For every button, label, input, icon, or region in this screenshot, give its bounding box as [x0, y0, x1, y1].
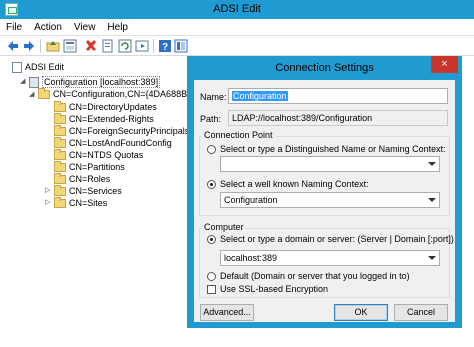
ssl-checkbox-label: Use SSL-based Encryption	[220, 284, 329, 294]
tree-item-foreignsecurityprincipals[interactable]: CN=ForeignSecurityPrincipals	[54, 125, 189, 137]
window-titlebar: ADSI Edit	[0, 0, 474, 19]
name-label: Name:	[200, 92, 227, 102]
tree-item-directoryupdates[interactable]: CN=DirectoryUpdates	[54, 101, 157, 113]
path-field: LDAP://localhost:389/Configuration	[228, 110, 448, 126]
toolbar-separator	[153, 39, 154, 53]
dn-radio-label: Select or type a Distinguished Name or N…	[220, 144, 446, 154]
tree-item-sites[interactable]: CN=Sites	[54, 197, 107, 209]
tree-root[interactable]: ADSI Edit	[12, 61, 65, 74]
menu-action[interactable]: Action	[28, 19, 68, 36]
refresh-icon[interactable]	[118, 39, 132, 53]
chevron-down-icon	[428, 198, 436, 202]
expand-arrow-icon[interactable]: ▷	[45, 186, 50, 194]
collapse-arrow-icon[interactable]: ◢	[29, 90, 34, 98]
cancel-button[interactable]: Cancel	[394, 304, 448, 321]
delete-icon[interactable]	[84, 39, 98, 53]
tree-connection-label: Configuration [localhost:389]	[42, 76, 161, 88]
computer-label: Computer	[202, 222, 246, 232]
tree-item-label: CN=DirectoryUpdates	[69, 102, 157, 112]
tree-item-ntds-quotas[interactable]: CN=NTDS Quotas	[54, 149, 143, 161]
ok-button[interactable]: OK	[334, 304, 388, 321]
tree-item-extended-rights[interactable]: CN=Extended-Rights	[54, 113, 154, 125]
tree-item-services[interactable]: CN=Services	[54, 185, 122, 197]
connection-point-label: Connection Point	[202, 130, 275, 140]
chevron-down-icon	[428, 162, 436, 166]
toolbar-separator	[40, 39, 41, 53]
menu-file[interactable]: File	[0, 19, 28, 36]
folder-icon	[54, 149, 66, 161]
naming-context-radio-label: Select a well known Naming Context:	[220, 179, 369, 189]
tree-item-roles[interactable]: CN=Roles	[54, 173, 110, 185]
folder-icon	[54, 113, 66, 125]
tree-item-label: CN=Partitions	[69, 162, 125, 172]
window-title: ADSI Edit	[213, 3, 261, 15]
menu-view[interactable]: View	[68, 19, 102, 36]
tree-container-label: CN=Configuration,CN={4DA688B5-	[53, 89, 196, 99]
adsi-edit-icon	[12, 62, 22, 74]
name-field[interactable]: Configuration	[228, 88, 448, 104]
folder-icon	[54, 161, 66, 173]
tree-item-label: CN=LostAndFoundConfig	[69, 138, 172, 148]
folder-icon	[54, 137, 66, 149]
dialog-body: Name: Configuration Path: LDAP://localho…	[194, 80, 455, 322]
folder-icon	[54, 101, 66, 113]
path-label: Path:	[200, 114, 222, 124]
forward-icon[interactable]	[22, 39, 36, 53]
dialog-titlebar: Connection Settings ×	[187, 56, 462, 80]
default-radio-label: Default (Domain or server that you logge…	[220, 271, 410, 281]
name-field-value: Configuration	[232, 91, 288, 101]
expand-arrow-icon[interactable]: ▷	[45, 198, 50, 206]
collapse-arrow-icon[interactable]: ◢	[20, 77, 25, 85]
folder-icon	[54, 125, 66, 137]
ssl-checkbox[interactable]	[207, 285, 216, 294]
tree-connection[interactable]: Configuration [localhost:389]	[29, 76, 161, 89]
dn-combobox[interactable]	[220, 156, 440, 172]
server-radio-label: Select or type a domain or server: (Serv…	[220, 234, 454, 244]
tree-item-label: CN=Extended-Rights	[69, 114, 154, 124]
naming-context-combobox[interactable]: Configuration	[220, 192, 440, 208]
naming-context-value: Configuration	[224, 195, 278, 205]
server-radio[interactable]	[207, 235, 216, 244]
tree-item-label: CN=Sites	[69, 198, 108, 208]
tree-configuration-container[interactable]: CN=Configuration,CN={4DA688B5-	[38, 88, 195, 100]
back-icon[interactable]	[6, 39, 20, 53]
menu-help[interactable]: Help	[101, 19, 134, 36]
show-hide-pane-icon[interactable]	[174, 39, 188, 53]
properties-icon[interactable]	[63, 39, 77, 53]
dn-radio[interactable]	[207, 145, 216, 154]
export-icon[interactable]	[101, 39, 115, 53]
advanced-button[interactable]: Advanced...	[200, 304, 254, 321]
help-icon[interactable]: ?	[158, 39, 172, 53]
tree-item-label: CN=Services	[69, 186, 122, 196]
folder-icon	[54, 197, 66, 209]
naming-context-radio[interactable]	[207, 180, 216, 189]
folder-up-icon[interactable]	[46, 39, 60, 53]
toolbar: ?	[0, 36, 474, 56]
folder-icon	[38, 88, 50, 100]
chevron-down-icon	[428, 256, 436, 260]
server-combobox-value: localhost:389	[224, 253, 278, 263]
dialog-title: Connection Settings	[275, 62, 374, 74]
tree-item-label: CN=ForeignSecurityPrincipals	[69, 126, 190, 136]
tree-item-label: CN=Roles	[69, 174, 111, 184]
tree-item-partitions[interactable]: CN=Partitions	[54, 161, 125, 173]
tree-root-label: ADSI Edit	[25, 62, 65, 72]
server-combobox[interactable]: localhost:389	[220, 250, 440, 266]
connection-settings-dialog: Connection Settings × Name: Configuratio…	[187, 56, 462, 328]
tree-item-label: CN=NTDS Quotas	[69, 150, 144, 160]
export-list-icon[interactable]	[135, 39, 149, 53]
svg-text:?: ?	[162, 42, 168, 53]
server-icon	[29, 77, 39, 89]
tree-item-lostandfoundconfig[interactable]: CN=LostAndFoundConfig	[54, 137, 172, 149]
default-radio[interactable]	[207, 272, 216, 281]
folder-icon	[54, 173, 66, 185]
close-icon[interactable]: ×	[431, 56, 458, 73]
menu-bar: File Action View Help	[0, 19, 474, 36]
folder-icon	[54, 185, 66, 197]
